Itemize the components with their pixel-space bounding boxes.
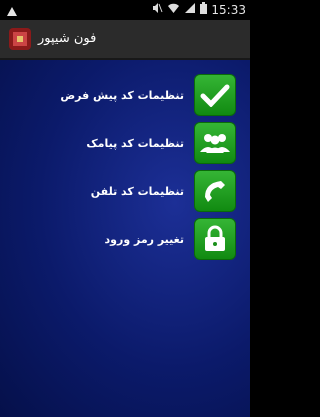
main-menu: تنظیمات کد پیش فرض تنظیمات کد پیامک تنظی… <box>0 60 250 417</box>
menu-item-sms-code-settings[interactable]: تنظیمات کد پیامک <box>86 122 236 164</box>
checkmark-icon <box>194 74 236 116</box>
app-title: فون شیپور <box>38 31 97 46</box>
wifi-icon <box>167 2 180 17</box>
menu-item-default-code-settings[interactable]: تنظیمات کد پیش فرض <box>60 74 236 116</box>
menu-item-label: تنظیمات کد پیش فرض <box>60 88 184 102</box>
menu-item-change-password[interactable]: تغییر رمز ورود <box>105 218 236 260</box>
lock-icon <box>194 218 236 260</box>
menu-item-label: تغییر رمز ورود <box>104 232 184 246</box>
battery-icon <box>200 2 208 17</box>
app-logo-icon[interactable] <box>9 28 31 50</box>
clock: 15:33 <box>211 2 246 17</box>
menu-item-label: تنظیمات کد تلفن <box>90 184 184 198</box>
status-bar: 15:33 <box>0 0 250 20</box>
mute-icon <box>151 2 163 17</box>
signal-icon <box>184 2 196 17</box>
phone-icon <box>194 170 236 212</box>
menu-item-phone-code-settings[interactable]: تنظیمات کد تلفن <box>91 170 236 212</box>
menu-item-label: تنظیمات کد پیامک <box>86 136 184 150</box>
people-icon <box>194 122 236 164</box>
